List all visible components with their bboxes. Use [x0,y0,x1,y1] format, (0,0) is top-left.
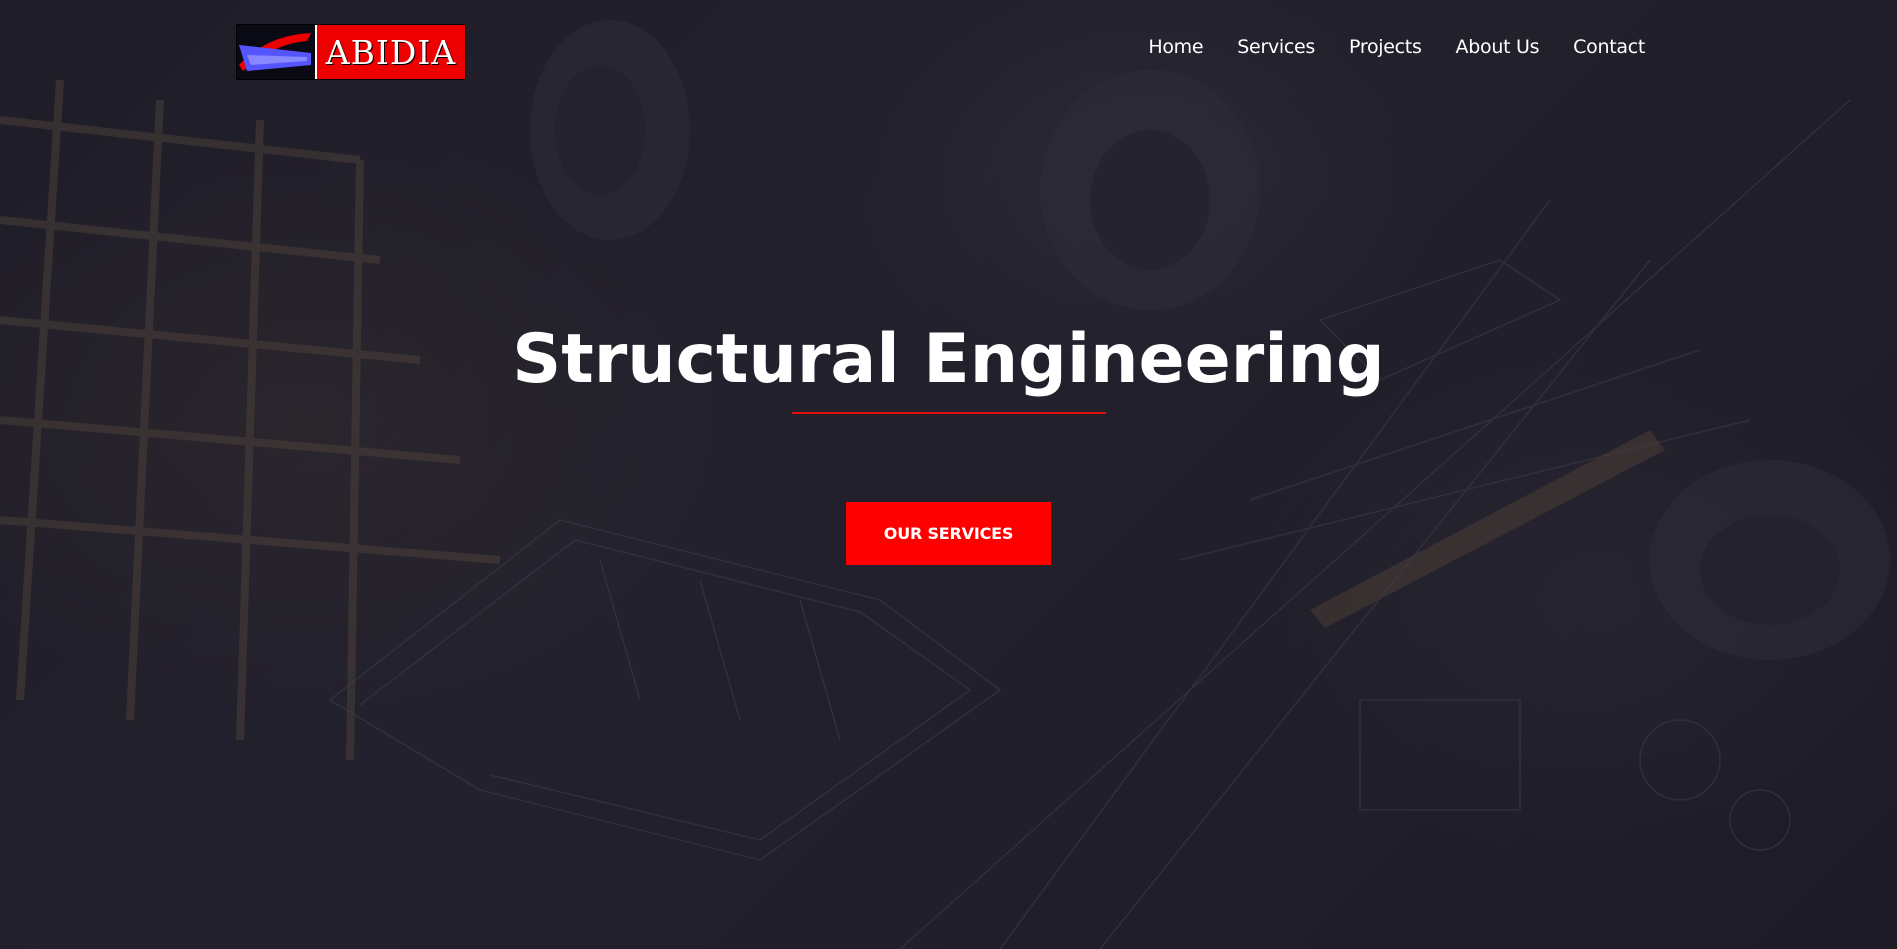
hero-title: Structural Engineering [512,320,1385,399]
hero-section: ABIDIA Home Services Projects About Us C… [0,0,1897,949]
nav-contact-link[interactable]: Contact [1573,36,1645,58]
logo-wordmark: ABIDIA [315,25,465,79]
logo-swoosh-icon [237,25,315,79]
nav-services-link[interactable]: Services [1237,36,1315,58]
nav-projects-link[interactable]: Projects [1349,36,1422,58]
brand-logo[interactable]: ABIDIA [236,24,466,80]
hero-content: Structural Engineering OUR SERVICES [0,320,1897,565]
main-navigation: Home Services Projects About Us Contact [1148,36,1645,58]
nav-home-link[interactable]: Home [1148,36,1203,58]
title-underline [791,412,1106,414]
our-services-button[interactable]: OUR SERVICES [846,502,1051,565]
nav-about-link[interactable]: About Us [1456,36,1540,58]
